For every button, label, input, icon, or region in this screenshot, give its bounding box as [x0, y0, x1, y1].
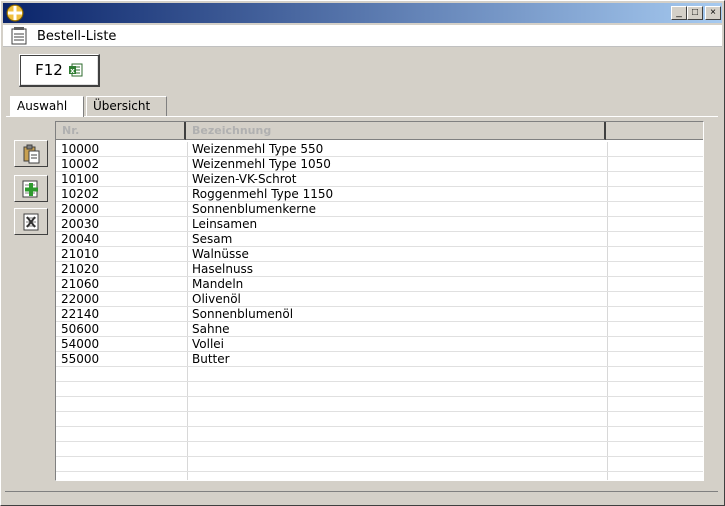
cell-nr: 21060: [61, 277, 100, 291]
table-row[interactable]: 20040 Sesam: [56, 232, 703, 247]
add-icon: [22, 180, 38, 197]
cell-nr: 10100: [61, 172, 100, 186]
document-header: Bestell-Liste: [3, 25, 722, 47]
cell-nr: 10202: [61, 187, 100, 201]
cell-bezeichnung: Butter: [192, 352, 230, 366]
table-row[interactable]: 20030 Leinsamen: [56, 217, 703, 232]
table-row[interactable]: 22140 Sonnenblumenöl: [56, 307, 703, 322]
table-row[interactable]: 10202 Roggenmehl Type 1150: [56, 187, 703, 202]
cell-nr: 50600: [61, 322, 100, 336]
delete-icon: [23, 213, 39, 230]
svg-text:x: x: [70, 67, 75, 75]
empty-table-row[interactable]: [56, 382, 703, 397]
maximize-button[interactable]: □: [687, 6, 703, 20]
tab-uebersicht[interactable]: Übersicht: [86, 96, 167, 116]
cell-bezeichnung: Weizen-VK-Schrot: [192, 172, 297, 186]
table-row[interactable]: 22000 Olivenöl: [56, 292, 703, 307]
cell-nr: 10002: [61, 157, 100, 171]
cell-nr: 55000: [61, 352, 100, 366]
table-row[interactable]: 20000 Sonnenblumenkerne: [56, 202, 703, 217]
cell-nr: 22140: [61, 307, 100, 321]
table-row[interactable]: 54000 Vollei: [56, 337, 703, 352]
column-header-bezeichnung[interactable]: Bezeichnung: [186, 122, 606, 140]
delete-row-button[interactable]: [14, 208, 48, 235]
empty-table-row[interactable]: [56, 367, 703, 382]
table-row[interactable]: 10002 Weizenmehl Type 1050: [56, 157, 703, 172]
status-bar: [5, 491, 718, 501]
cell-bezeichnung: Sonnenblumenkerne: [192, 202, 317, 216]
column-header-filler: [606, 122, 703, 140]
cell-bezeichnung: Mandeln: [192, 277, 244, 291]
table-row[interactable]: 21020 Haselnuss: [56, 262, 703, 277]
cell-bezeichnung: Sonnenblumenöl: [192, 307, 294, 321]
paste-icon: [23, 144, 40, 163]
table-row[interactable]: 10100 Weizen-VK-Schrot: [56, 172, 703, 187]
cell-nr: 20000: [61, 202, 100, 216]
cell-nr: 10000: [61, 142, 100, 156]
empty-table-row[interactable]: [56, 412, 703, 427]
cell-bezeichnung: Weizenmehl Type 1050: [192, 157, 331, 171]
cell-bezeichnung: Walnüsse: [192, 247, 249, 261]
cell-bezeichnung: Haselnuss: [192, 262, 254, 276]
app-logo-icon: [6, 4, 24, 22]
empty-table-row[interactable]: [56, 472, 703, 480]
empty-table-row[interactable]: [56, 397, 703, 412]
close-button[interactable]: ×: [705, 6, 721, 20]
tab-auswahl[interactable]: Auswahl: [10, 96, 84, 117]
table-header: Nr. Bezeichnung: [56, 122, 703, 140]
cell-bezeichnung: Leinsamen: [192, 217, 258, 231]
table-body: 10000 Weizenmehl Type 550 10002 Weizenmehl …: [56, 142, 703, 480]
table-row[interactable]: 21060 Mandeln: [56, 277, 703, 292]
table-row[interactable]: 50600 Sahne: [56, 322, 703, 337]
cell-nr: 22000: [61, 292, 100, 306]
cell-bezeichnung: Olivenöl: [192, 292, 241, 306]
cell-bezeichnung: Sesam: [192, 232, 233, 246]
empty-table-row[interactable]: [56, 427, 703, 442]
application-window: _ □ × Bestell-Liste F12 x Auswahl Übersi…: [0, 0, 725, 506]
title-bar[interactable]: _ □ ×: [3, 3, 722, 23]
cell-nr: 54000: [61, 337, 100, 351]
f12-label: F12: [35, 61, 63, 79]
table-row[interactable]: 55000 Butter: [56, 352, 703, 367]
cell-bezeichnung: Vollei: [192, 337, 225, 351]
minimize-button[interactable]: _: [671, 6, 687, 20]
cell-nr: 21020: [61, 262, 100, 276]
document-title: Bestell-Liste: [37, 29, 117, 44]
notepad-icon: [11, 27, 27, 45]
excel-icon: x: [68, 63, 83, 77]
empty-table-row[interactable]: [56, 442, 703, 457]
paste-button[interactable]: [14, 140, 48, 167]
column-header-nr[interactable]: Nr.: [56, 122, 186, 140]
cell-bezeichnung: Weizenmehl Type 550: [192, 142, 324, 156]
add-row-button[interactable]: [14, 175, 48, 202]
f12-excel-export-button[interactable]: F12 x: [19, 54, 100, 87]
table-row[interactable]: 21010 Walnüsse: [56, 247, 703, 262]
cell-nr: 20030: [61, 217, 100, 231]
empty-table-row[interactable]: [56, 457, 703, 472]
order-list-table[interactable]: Nr. Bezeichnung 10000 Weizenmehl Type 550…: [55, 121, 704, 481]
cell-nr: 20040: [61, 232, 100, 246]
table-row[interactable]: 10000 Weizenmehl Type 550: [56, 142, 703, 157]
cell-bezeichnung: Roggenmehl Type 1150: [192, 187, 334, 201]
cell-nr: 21010: [61, 247, 100, 261]
cell-bezeichnung: Sahne: [192, 322, 230, 336]
